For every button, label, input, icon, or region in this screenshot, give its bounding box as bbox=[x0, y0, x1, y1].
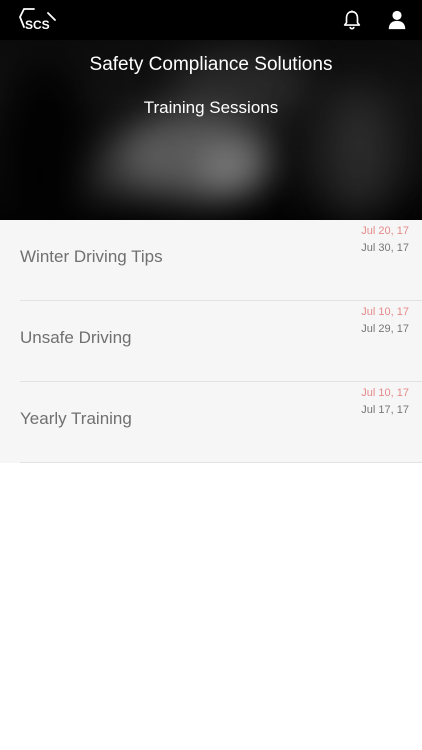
bell-icon[interactable] bbox=[341, 9, 363, 31]
session-date-secondary: Jul 30, 17 bbox=[361, 242, 409, 254]
scs-logo[interactable]: SCS bbox=[18, 6, 58, 34]
divider bbox=[20, 462, 422, 463]
session-date-primary: Jul 10, 17 bbox=[361, 306, 409, 318]
top-bar: SCS bbox=[0, 0, 422, 40]
hero-title: Safety Compliance Solutions bbox=[89, 54, 333, 75]
session-list: Winter Driving Tips Jul 20, 17 Jul 30, 1… bbox=[0, 220, 422, 463]
session-date-secondary: Jul 17, 17 bbox=[361, 404, 409, 416]
svg-text:SCS: SCS bbox=[25, 18, 50, 32]
session-date-primary: Jul 20, 17 bbox=[361, 225, 409, 237]
list-item[interactable]: Winter Driving Tips Jul 20, 17 Jul 30, 1… bbox=[0, 220, 422, 301]
session-name: Yearly Training bbox=[20, 409, 132, 428]
user-icon[interactable] bbox=[386, 9, 408, 31]
list-item[interactable]: Unsafe Driving Jul 10, 17 Jul 29, 17 bbox=[0, 301, 422, 382]
list-item[interactable]: Yearly Training Jul 10, 17 Jul 17, 17 bbox=[0, 382, 422, 463]
hero-subtitle: Training Sessions bbox=[143, 98, 279, 117]
session-date-primary: Jul 10, 17 bbox=[361, 387, 409, 399]
session-name: Unsafe Driving bbox=[20, 328, 132, 347]
session-name: Winter Driving Tips bbox=[20, 247, 163, 266]
session-date-secondary: Jul 29, 17 bbox=[361, 323, 409, 335]
